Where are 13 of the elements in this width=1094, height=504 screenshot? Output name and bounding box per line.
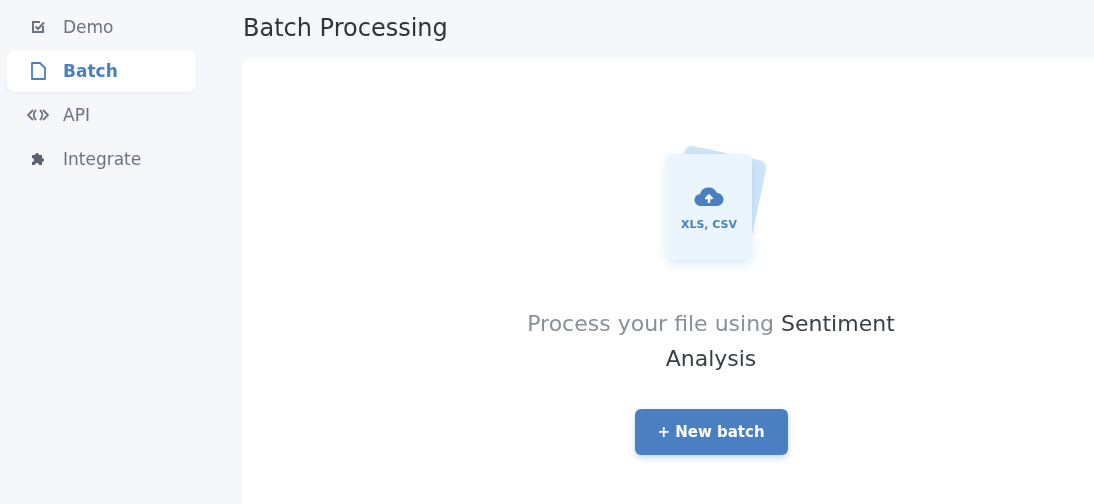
file-icon	[30, 62, 46, 80]
file-formats: XLS, CSV	[680, 218, 738, 231]
sidebar-item[interactable]: Integrate	[7, 138, 196, 180]
page-title: Batch Processing	[243, 14, 449, 44]
cloud-upload-icon	[694, 186, 724, 206]
message-text: Process your file using Sentiment Analysis	[526, 310, 896, 373]
code-icon	[27, 109, 49, 121]
sidebar-item[interactable]: Batch	[7, 50, 196, 92]
new-batch-button[interactable]: + New batch	[634, 409, 788, 455]
puzzle-icon	[30, 151, 46, 167]
checkbox-icon	[31, 20, 45, 34]
sidebar-item[interactable]: API	[7, 94, 196, 136]
sidebar-item[interactable]: Demo	[7, 6, 196, 48]
